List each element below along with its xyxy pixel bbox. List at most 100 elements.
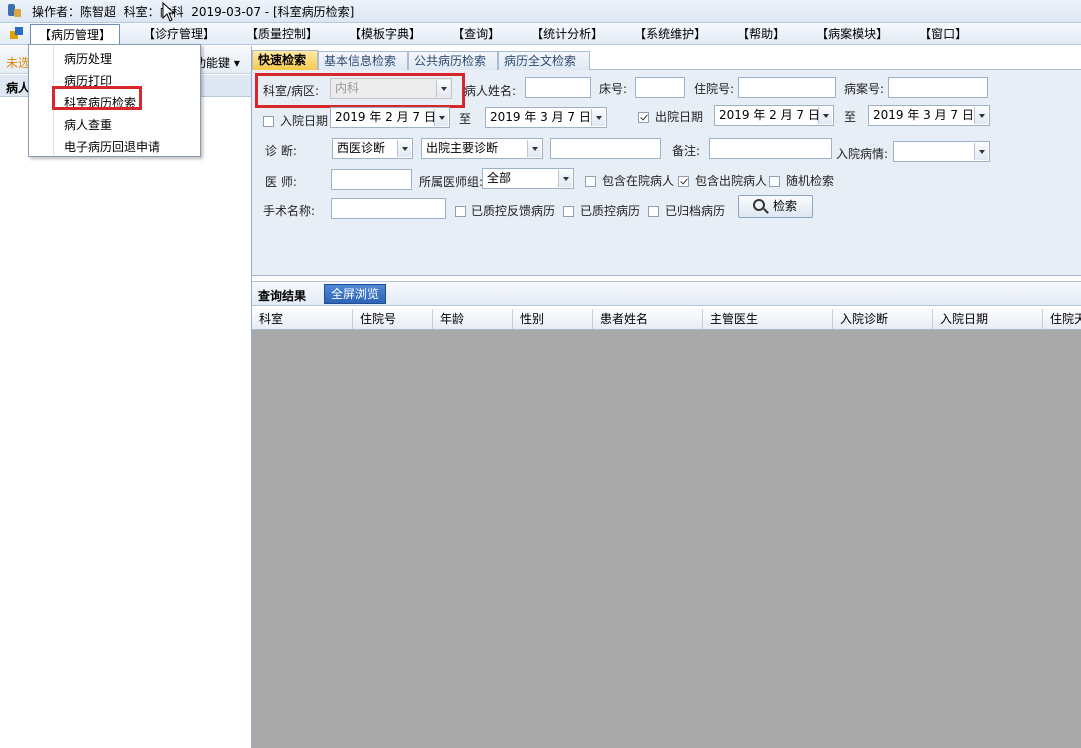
admit-date-to-picker[interactable]: 2019 年 3 月 7 日 — [485, 107, 607, 128]
patient-name-label: 病人姓名: — [464, 84, 517, 98]
menu-statistics[interactable]: 【统计分析】 — [523, 24, 611, 44]
menu-system-maintenance[interactable]: 【系统维护】 — [626, 24, 714, 44]
discharge-date-to-picker[interactable]: 2019 年 3 月 7 日 — [868, 105, 990, 126]
tab-fulltext-search[interactable]: 病历全文检索 — [498, 51, 590, 70]
col-admit-diagnosis[interactable]: 入院诊断 — [833, 309, 933, 329]
menu-help[interactable]: 【帮助】 — [729, 24, 793, 44]
mouse-cursor-icon — [162, 2, 176, 22]
tab-basic-info-search[interactable]: 基本信息检索 — [318, 51, 408, 70]
include-inpatient-label: 包含在院病人 — [602, 174, 675, 188]
doctor-group-select[interactable]: 全部 — [482, 168, 574, 189]
admit-date-checkbox[interactable] — [263, 116, 274, 127]
inpatient-no-input[interactable] — [738, 77, 836, 98]
doctor-group-label: 所属医师组: — [419, 175, 484, 189]
window-menu-icon[interactable] — [10, 26, 24, 41]
discharge-date-from-picker[interactable]: 2019 年 2 月 7 日 — [714, 105, 834, 126]
doctor-group-value: 全部 — [487, 171, 512, 185]
remark-input[interactable] — [709, 138, 832, 159]
col-age[interactable]: 年龄 — [433, 309, 513, 329]
window-title: 操作者：陈智超 科室：内科 2019-03-07 - [科室病历检索] — [32, 4, 355, 19]
menu-bar: 【病历管理】 【诊疗管理】 【质量控制】 【模板字典】 【查询】 【统计分析】 … — [0, 23, 1081, 46]
menu-window[interactable]: 【窗口】 — [911, 24, 975, 44]
bed-input[interactable] — [635, 77, 685, 98]
qc-done-checkbox[interactable] — [563, 206, 574, 217]
diagnosis-type-value: 西医诊断 — [337, 141, 386, 155]
chevron-down-icon — [558, 170, 572, 187]
col-inpatient-no[interactable]: 住院号 — [353, 309, 433, 329]
col-stay-days[interactable]: 住院天 — [1043, 309, 1081, 329]
menu-case-module[interactable]: 【病案模块】 — [808, 24, 896, 44]
dropdown-item-duplicate-check[interactable]: 病人查重 — [64, 116, 112, 133]
surgery-input[interactable] — [331, 198, 446, 219]
admit-date-to-value: 2019 年 3 月 7 日 — [490, 110, 591, 124]
qc-feedback-label: 已质控反馈病历 — [471, 204, 556, 218]
chevron-down-icon — [591, 109, 605, 126]
col-patient-name[interactable]: 患者姓名 — [593, 309, 703, 329]
qc-feedback-checkbox[interactable] — [455, 206, 466, 217]
dropdown-highlight-box — [52, 86, 142, 110]
results-title: 查询结果 — [258, 289, 307, 303]
diagnosis-type-select[interactable]: 西医诊断 — [332, 138, 413, 159]
chevron-down-icon — [434, 109, 448, 126]
archived-label: 已归档病历 — [665, 204, 726, 218]
admit-date-label: 入院日期 — [280, 114, 329, 128]
random-search-checkbox[interactable] — [769, 176, 780, 187]
search-button[interactable]: 检索 — [738, 195, 813, 218]
quick-search-panel: 科室/病区: 内科 病人姓名: 床号: 住院号: 病案号: 入院日期 2019 … — [252, 70, 1081, 276]
include-inpatient-checkbox[interactable] — [585, 176, 596, 187]
inpatient-no-label: 住院号: — [694, 82, 735, 96]
discharge-date-to-label: 至 — [844, 110, 857, 124]
results-bar: 查询结果 全屏浏览 — [252, 281, 1081, 306]
patient-name-input[interactable] — [525, 77, 591, 98]
search-tabs: 快速检索 基本信息检索 公共病历检索 病历全文检索 — [252, 49, 1081, 70]
discharge-date-to-value: 2019 年 3 月 7 日 — [873, 108, 974, 122]
include-discharged-label: 包含出院病人 — [695, 174, 768, 188]
results-grid-header: 科室 住院号 年龄 性别 患者姓名 主管医生 入院诊断 入院日期 住院天 — [252, 309, 1081, 330]
col-sex[interactable]: 性别 — [513, 309, 593, 329]
fullscreen-button[interactable]: 全屏浏览 — [324, 284, 386, 304]
random-search-label: 随机检索 — [786, 174, 835, 188]
dropdown-item-record-processing[interactable]: 病历处理 — [64, 50, 112, 67]
discharge-date-checkbox[interactable] — [638, 112, 649, 123]
chevron-down-icon — [397, 140, 411, 157]
bed-label: 床号: — [599, 82, 628, 96]
magnifier-icon — [753, 199, 765, 211]
qc-done-label: 已质控病历 — [580, 204, 641, 218]
admit-date-from-picker[interactable]: 2019 年 2 月 7 日 — [330, 107, 450, 128]
admit-date-from-value: 2019 年 2 月 7 日 — [335, 110, 436, 124]
doctor-label: 医 师: — [265, 175, 297, 189]
menu-template-dictionary[interactable]: 【模板字典】 — [341, 24, 429, 44]
remark-label: 备注: — [672, 144, 701, 158]
col-dept[interactable]: 科室 — [252, 309, 353, 329]
diagnosis-label: 诊 断: — [265, 144, 297, 158]
diagnosis-kind-select[interactable]: 出院主要诊断 — [421, 138, 543, 159]
discharge-date-from-value: 2019 年 2 月 7 日 — [719, 108, 820, 122]
admit-condition-select[interactable] — [893, 141, 990, 162]
tab-public-record-search[interactable]: 公共病历检索 — [408, 51, 498, 70]
col-attending-doctor[interactable]: 主管医生 — [703, 309, 833, 329]
col-admit-date[interactable]: 入院日期 — [933, 309, 1043, 329]
toolstrip-left-label[interactable]: 未选 — [6, 54, 30, 71]
menu-quality-control[interactable]: 【质量控制】 — [238, 24, 326, 44]
results-grid-body[interactable] — [252, 330, 1081, 748]
diagnosis-input[interactable] — [550, 138, 661, 159]
menu-query[interactable]: 【查询】 — [444, 24, 508, 44]
case-no-input[interactable] — [888, 77, 988, 98]
surgery-label: 手术名称: — [263, 204, 316, 218]
patient-list-header-label: 病人 — [6, 81, 31, 95]
chevron-down-icon — [818, 107, 832, 124]
doctor-input[interactable] — [331, 169, 412, 190]
include-discharged-checkbox[interactable] — [678, 176, 689, 187]
dept-highlight-box — [255, 73, 465, 108]
search-button-label: 检索 — [773, 199, 798, 213]
admit-condition-label: 入院病情: — [836, 147, 889, 161]
archived-checkbox[interactable] — [648, 206, 659, 217]
admit-date-to-label: 至 — [459, 112, 472, 126]
discharge-date-label: 出院日期 — [655, 110, 704, 124]
chevron-down-icon — [974, 143, 988, 160]
app-icon — [6, 3, 22, 19]
menu-medical-record-management[interactable]: 【病历管理】 — [30, 23, 121, 46]
menu-diagnosis-treatment[interactable]: 【诊疗管理】 — [135, 24, 223, 44]
tab-quick-search[interactable]: 快速检索 — [252, 50, 318, 70]
dropdown-item-rollback-request[interactable]: 电子病历回退申请 — [64, 138, 160, 155]
